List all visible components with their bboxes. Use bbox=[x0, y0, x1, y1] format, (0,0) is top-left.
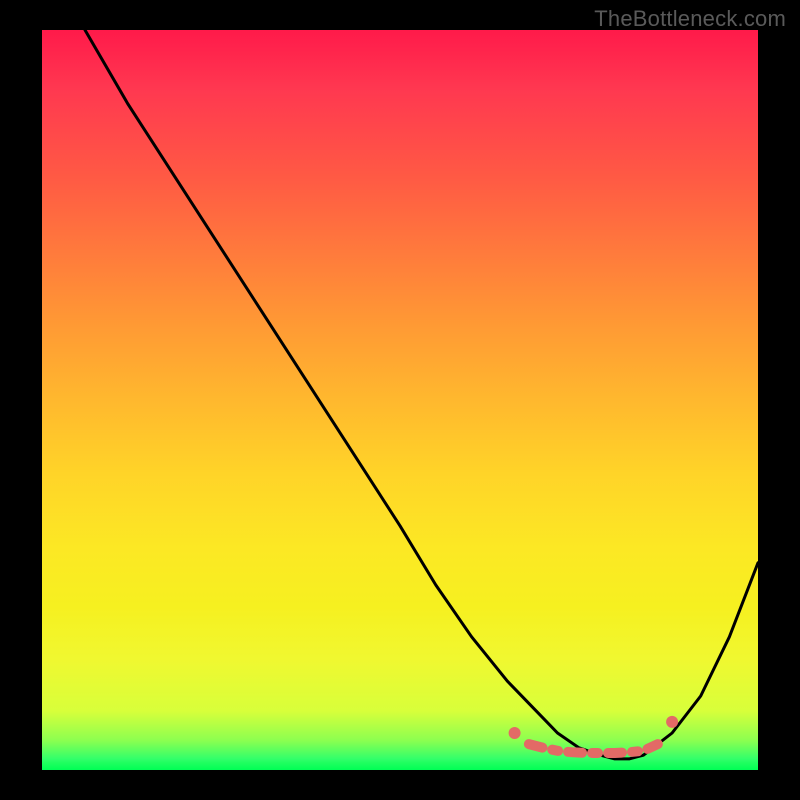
bottleneck-curve bbox=[85, 30, 758, 759]
valley-highlight-dot bbox=[509, 727, 521, 739]
chart-svg bbox=[42, 30, 758, 770]
valley-highlight-dot bbox=[666, 716, 678, 728]
valley-highlight-markers bbox=[509, 716, 678, 753]
bottleneck-curve-path bbox=[85, 30, 758, 759]
chart-plot-area bbox=[42, 30, 758, 770]
valley-highlight-path bbox=[529, 744, 658, 753]
watermark-text: TheBottleneck.com bbox=[594, 6, 786, 32]
